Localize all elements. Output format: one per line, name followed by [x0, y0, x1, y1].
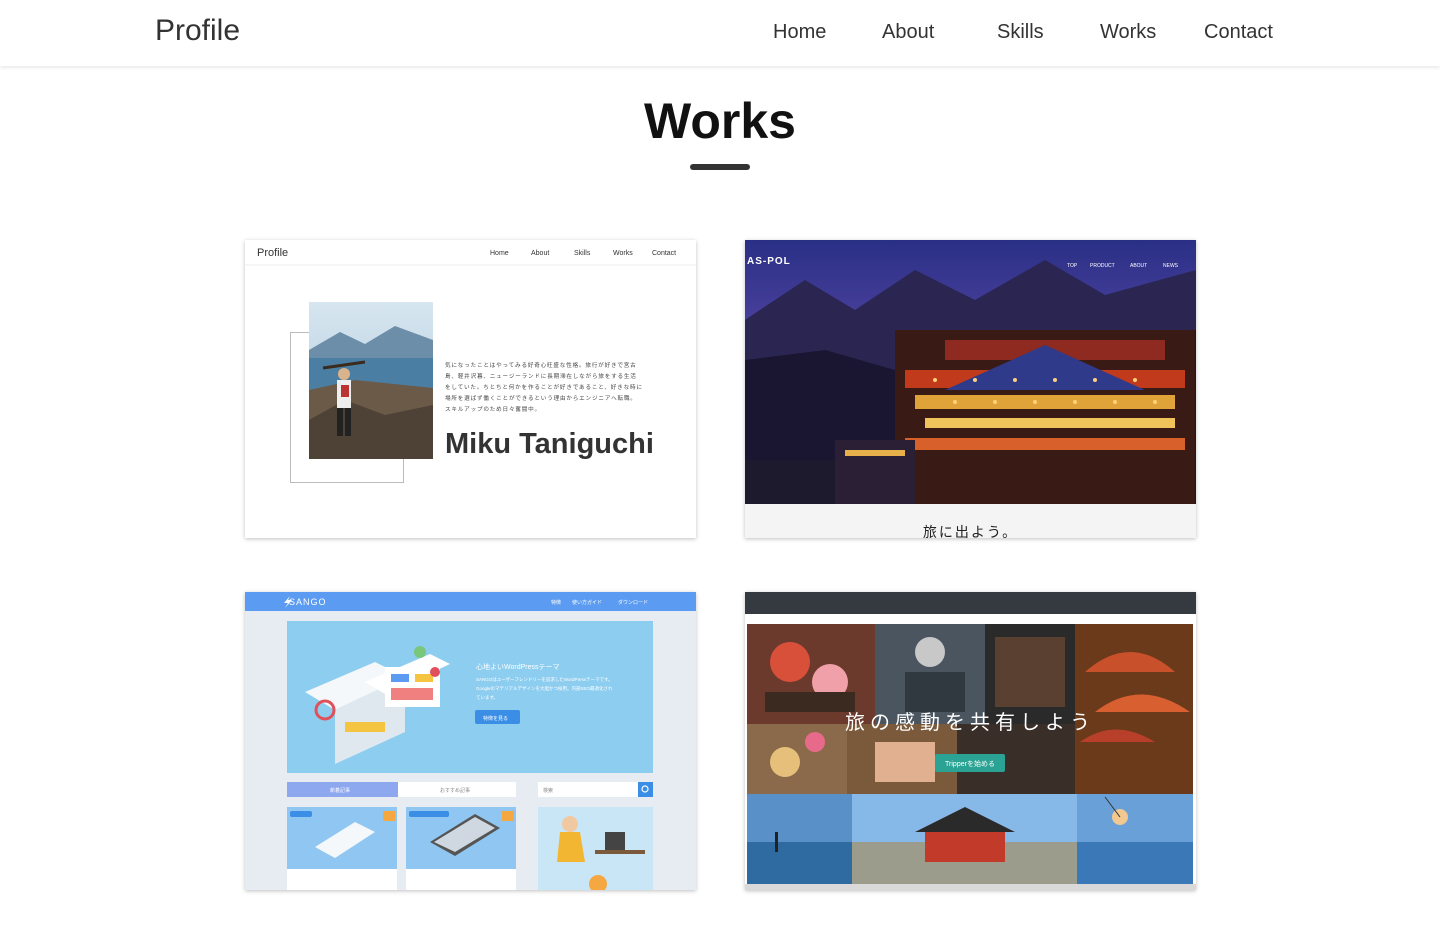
sango-nav-guide: 使い方ガイド	[572, 599, 602, 606]
sango-hero-title: 心地よいWordPressテーマ	[476, 662, 560, 671]
tripper-headline: 旅の感動を共有しよう	[845, 711, 1095, 734]
sango-search-placeholder: 検索	[543, 787, 553, 794]
nav-contact[interactable]: Contact	[1204, 21, 1273, 44]
work-thumbnail-aspol: AS-POL TOP PRODUCT ABOUT NEWS	[745, 240, 1196, 504]
profile-name: Miku Taniguchi	[445, 428, 654, 460]
bio-line-3: をしていた。ちとちと何かを作ることが好きであること、好きな時に	[445, 383, 643, 391]
aspol-caption: 旅に出よう。	[745, 504, 1196, 538]
nav-about[interactable]: About	[882, 21, 934, 44]
section-title: Works	[644, 93, 796, 149]
sango-hero-button-label: 特徴を見る	[483, 715, 508, 722]
work-card-profile[interactable]: Profile Home About Skills Works Contact	[245, 240, 696, 538]
sango-logo: SANGO	[289, 597, 327, 607]
bio-line-2: 島、軽井沢暮、ニュージーランドに長期滞在しながら旅をする生活	[445, 372, 637, 380]
nav-home[interactable]: Home	[773, 21, 826, 44]
profile-photo	[309, 302, 433, 459]
aspol-nav-news: NEWS	[1163, 263, 1179, 269]
main-nav: Home About Skills Works Contact	[0, 21, 1440, 47]
sango-tab-recommended-label: おすすめ記事	[440, 787, 470, 794]
tripper-top-bar	[745, 592, 1196, 614]
aspol-nav-product: PRODUCT	[1090, 263, 1115, 269]
aspol-nav-about: ABOUT	[1130, 263, 1147, 269]
mini-nav-about: About	[531, 250, 549, 257]
tripper-start-button-label: Tripperを始める	[945, 759, 995, 768]
sango-hero-text-1: SANGOはユーザーフレンドリーを追求したWordPressテーマです。	[476, 676, 613, 683]
sango-hero-text-2: Googleのマテリアルデザインを大胆かつ採用。内部SEO最適化され	[476, 685, 613, 692]
sango-tab-new-label: 新着記事	[330, 787, 350, 794]
work-card-aspol[interactable]: AS-POL TOP PRODUCT ABOUT NEWS 旅に出よう。	[745, 240, 1196, 538]
bio-line-5: スキルアップのため日々奮闘中。	[445, 405, 541, 413]
work-card-tripper[interactable]: 旅の感動を共有しよう Tripperを始める	[745, 592, 1196, 890]
sango-hero-text-3: ています。	[476, 694, 498, 701]
bio-line-1: 気になったことはやってみる好奇心旺盛な性格。旅行が好きで宮古	[445, 361, 637, 369]
nav-skills[interactable]: Skills	[997, 21, 1044, 44]
aspol-logo: AS-POL	[747, 256, 791, 267]
nav-works[interactable]: Works	[1100, 21, 1156, 44]
site-header: Profile Home About Skills Works Contact	[0, 0, 1440, 66]
mini-brand: Profile	[257, 247, 288, 259]
sango-nav-features: 特徴	[551, 599, 561, 606]
mini-nav-contact: Contact	[652, 250, 676, 257]
mini-nav-skills: Skills	[574, 250, 591, 257]
work-thumbnail-profile: Profile Home About Skills Works Contact	[245, 240, 696, 538]
sango-nav-download: ダウンロード	[618, 599, 648, 606]
mini-nav-works: Works	[613, 250, 633, 257]
aspol-nav-top: TOP	[1067, 263, 1078, 269]
work-card-sango[interactable]: SANGO 特徴 使い方ガイド ダウンロード 心地よいWordPressテーマ …	[245, 592, 696, 890]
work-thumbnail-sango: SANGO 特徴 使い方ガイド ダウンロード 心地よいWordPressテーマ …	[245, 592, 696, 890]
work-thumbnail-tripper: 旅の感動を共有しよう Tripperを始める	[745, 592, 1196, 890]
mini-nav-home: Home	[490, 250, 509, 257]
title-underline	[690, 164, 750, 170]
bio-line-4: 場所を選ばず働くことができるという理由からエンジニアへ転職。	[445, 394, 637, 402]
